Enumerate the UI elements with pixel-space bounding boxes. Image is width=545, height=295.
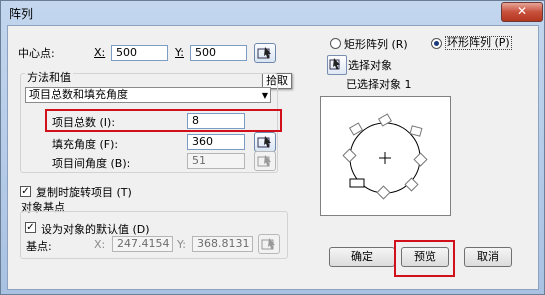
fill-angle-label: 填充角度 (F): [52, 138, 119, 151]
polar-array-label: 环形阵列 (P) [445, 36, 512, 50]
title-bar: 阵列 ✕ [1, 1, 545, 23]
method-group-title: 方法和值 [25, 69, 73, 85]
default-base-label: 设为对象的默认值 (D) [41, 223, 150, 236]
center-x-label: X: [94, 46, 106, 59]
window-title: 阵列 [9, 7, 34, 21]
chevron-down-icon: ▼ [261, 91, 268, 100]
between-angle-input: 51 [187, 153, 245, 169]
rotate-items-label: 复制时旋转项目 (T) [36, 186, 132, 199]
pick-base-disabled-icon [261, 238, 275, 250]
method-selected: 项目总数和填充角度 [29, 88, 128, 101]
cancel-button[interactable]: 取消 [464, 247, 512, 267]
select-cursor-icon [329, 58, 340, 70]
pick-fill-angle-button[interactable] [254, 132, 276, 152]
base-y-input: 368.8131 [192, 236, 253, 252]
select-objects-button[interactable] [327, 55, 347, 75]
dialog-body: 中心点: X: 500 Y: 500 拾取 方法和值 项目总数和填充角度 ▼ 项… [7, 25, 539, 290]
base-y-label: Y: [177, 238, 186, 251]
rotate-items-checkbox[interactable]: ✓ [20, 186, 31, 197]
center-y-label: Y: [175, 46, 184, 59]
method-select[interactable]: 项目总数和填充角度 ▼ [25, 87, 271, 103]
rect-array-label: 矩形阵列 (R) [344, 38, 408, 51]
selected-count: 已选择对象 1 [346, 78, 412, 91]
pick-point-icon [257, 47, 271, 59]
pick-angle-disabled-icon [257, 155, 271, 167]
center-point-label: 中心点: [18, 47, 55, 60]
pick-between-angle-button [254, 151, 276, 171]
array-preview [320, 96, 451, 216]
rect-array-radio[interactable] [330, 38, 341, 49]
total-input[interactable]: 8 [187, 113, 245, 129]
base-x-input: 247.4154 [112, 236, 173, 252]
close-button[interactable]: ✕ [501, 2, 543, 22]
pick-base-button [258, 234, 280, 254]
total-label: 项目总数 (I): [52, 116, 116, 129]
center-x-input[interactable]: 500 [111, 45, 168, 61]
between-angle-label: 项目间角度 (B): [52, 157, 131, 170]
select-objects-label[interactable]: 选择对象 [348, 57, 392, 73]
ok-button[interactable]: 确定 [329, 247, 395, 267]
pick-angle-icon [257, 136, 271, 148]
center-y-input[interactable]: 500 [190, 45, 247, 61]
base-point-label: 基点: [26, 240, 52, 253]
default-base-checkbox[interactable]: ✓ [25, 222, 36, 233]
polar-array-radio[interactable] [431, 38, 442, 49]
array-dialog: 阵列 ✕ 中心点: X: 500 Y: 500 拾取 方法和值 项目总数和填充角… [0, 0, 545, 295]
preview-button[interactable]: 预览 [401, 247, 449, 267]
base-x-label: X: [94, 238, 106, 251]
pick-center-button[interactable] [254, 43, 276, 63]
fill-angle-input[interactable]: 360 [187, 134, 245, 150]
preview-drawing [342, 113, 428, 200]
